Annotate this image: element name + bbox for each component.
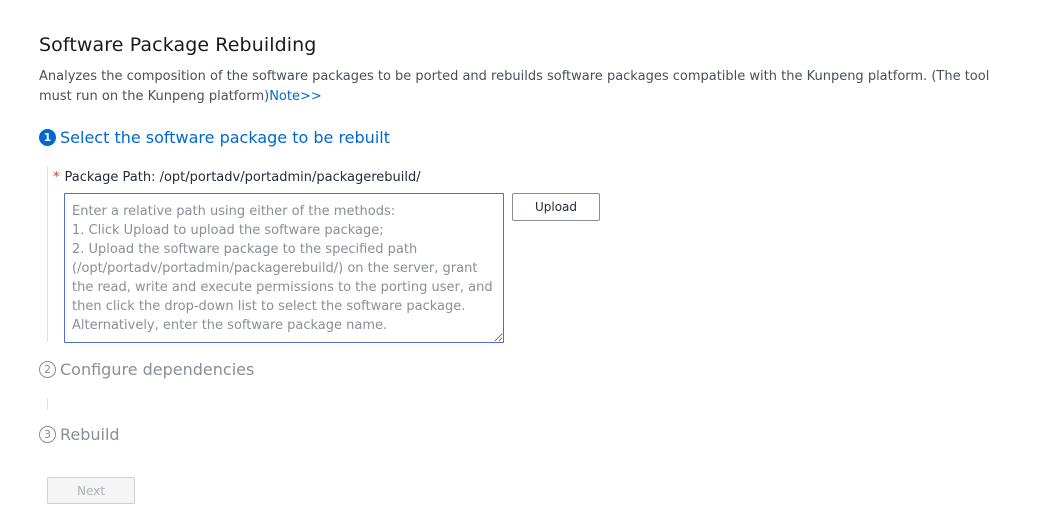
step-3-header: 3 Rebuild bbox=[39, 425, 120, 444]
package-path-input[interactable] bbox=[64, 193, 504, 343]
description-text: Analyzes the composition of the software… bbox=[39, 69, 990, 104]
note-link[interactable]: Note>> bbox=[269, 89, 322, 104]
step-2-connector-line bbox=[47, 398, 48, 410]
package-path-label-text: Package Path: /opt/portadv/portadmin/pac… bbox=[64, 170, 421, 185]
upload-button[interactable]: Upload bbox=[512, 193, 600, 221]
package-path-label: * Package Path: /opt/portadv/portadmin/pa… bbox=[53, 170, 421, 185]
step-2-header: 2 Configure dependencies bbox=[39, 360, 254, 379]
step-2-number-icon: 2 bbox=[39, 361, 56, 378]
step-1-connector-line bbox=[47, 166, 48, 342]
step-1-label: Select the software package to be rebuil… bbox=[60, 128, 390, 147]
step-3-label: Rebuild bbox=[60, 425, 120, 444]
step-2-label: Configure dependencies bbox=[60, 360, 255, 379]
page-title: Software Package Rebuilding bbox=[39, 34, 317, 56]
next-button[interactable]: Next bbox=[47, 477, 135, 504]
required-mark: * bbox=[53, 170, 60, 185]
step-3-number-icon: 3 bbox=[39, 426, 56, 443]
step-1-header: 1 Select the software package to be rebu… bbox=[39, 128, 390, 147]
step-1-number-icon: 1 bbox=[39, 129, 56, 146]
page-description: Analyzes the composition of the software… bbox=[39, 67, 1019, 107]
